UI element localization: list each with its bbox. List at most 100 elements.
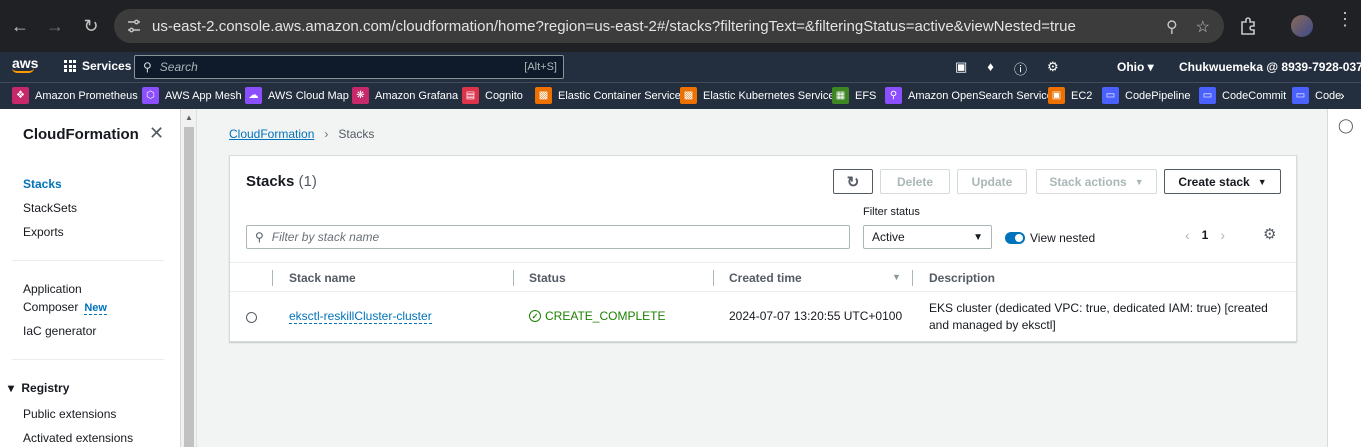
services-menu[interactable]: Services: [64, 59, 131, 73]
aws-search-box[interactable]: ⚲ [Alt+S]: [134, 55, 564, 79]
column-header-created-time[interactable]: Created time: [729, 271, 802, 285]
zoom-icon[interactable]: ⚲: [1166, 17, 1178, 37]
extensions-icon[interactable]: [1238, 16, 1258, 36]
create-stack-button[interactable]: Create stack ▼: [1164, 169, 1281, 194]
sidebar-item-exports[interactable]: Exports: [23, 225, 64, 239]
search-icon: ⚲: [143, 60, 152, 74]
favorite-cloud-map[interactable]: ☁ AWS Cloud Map: [245, 87, 349, 104]
scrollbar-thumb[interactable]: [184, 127, 194, 447]
favorite-label: AWS Cloud Map: [268, 89, 349, 102]
refresh-button[interactable]: ↻: [833, 169, 873, 194]
codepipeline-icon: ▭: [1102, 87, 1119, 104]
sidebar-item-stacks[interactable]: Stacks: [23, 177, 62, 191]
favorite-label: Amazon OpenSearch Service: [908, 89, 1053, 102]
page-number[interactable]: 1: [1202, 228, 1209, 242]
favorite-code[interactable]: ▭ Code: [1292, 87, 1341, 104]
filter-status-select[interactable]: Active ▼: [863, 225, 992, 249]
cloudshell-icon[interactable]: ▣: [955, 59, 967, 78]
settings-gear-icon[interactable]: ⚙: [1047, 59, 1059, 78]
help-icon[interactable]: ⓘ: [1014, 59, 1027, 78]
close-icon[interactable]: ✕: [149, 123, 164, 144]
preferences-gear-icon[interactable]: ⚙: [1263, 225, 1276, 243]
filter-status-value: Active: [872, 230, 905, 244]
ecs-icon: ▩: [535, 87, 552, 104]
scroll-up-arrow-icon[interactable]: ▲: [185, 113, 193, 122]
view-nested-toggle[interactable]: [1005, 232, 1025, 244]
stack-actions-button[interactable]: Stack actions ▼: [1036, 169, 1157, 194]
breadcrumb-cloudformation-link[interactable]: CloudFormation: [229, 127, 314, 141]
back-arrow-icon[interactable]: ←: [8, 14, 32, 38]
notifications-bell-icon[interactable]: ♦: [987, 59, 994, 78]
profile-avatar[interactable]: [1291, 15, 1313, 37]
account-label: Chukwuemeka @ 8939-7928-0373: [1179, 60, 1361, 74]
sidebar-item-iac-generator[interactable]: IaC generator: [23, 324, 96, 338]
favorite-codecommit[interactable]: ▭ CodeCommit: [1199, 87, 1286, 104]
column-divider[interactable]: [513, 270, 514, 286]
eks-icon: ▩: [680, 87, 697, 104]
side-nav-title: CloudFormation: [23, 126, 139, 143]
code-icon: ▭: [1292, 87, 1309, 104]
stack-name[interactable]: eksctl-reskillCluster-cluster: [289, 309, 432, 324]
stack-filter-input[interactable]: [271, 230, 832, 244]
favorite-prometheus[interactable]: ❖ Amazon Prometheus: [12, 87, 138, 104]
account-menu[interactable]: Chukwuemeka @ 8939-7928-0373 ▾: [1179, 60, 1361, 74]
region-selector[interactable]: Ohio ▾: [1117, 60, 1154, 74]
favorite-efs[interactable]: ▦ EFS: [832, 87, 876, 104]
delete-button[interactable]: Delete: [880, 169, 950, 194]
bookmark-star-icon[interactable]: ☆: [1196, 17, 1210, 37]
stack-filter-box[interactable]: ⚲: [246, 225, 850, 249]
new-badge: New: [84, 302, 107, 315]
next-page-icon[interactable]: ›: [1220, 227, 1225, 243]
favorite-label: CodePipeline: [1125, 89, 1191, 102]
column-divider[interactable]: [912, 270, 913, 286]
info-panel-icon[interactable]: ◯: [1338, 117, 1354, 134]
row-select-radio[interactable]: [246, 312, 257, 323]
column-divider[interactable]: [713, 270, 714, 286]
address-bar[interactable]: us-east-2.console.aws.amazon.com/cloudfo…: [114, 9, 1224, 43]
previous-page-icon[interactable]: ‹: [1185, 227, 1190, 243]
sidebar-item-application-composer-line1[interactable]: Application: [23, 282, 82, 296]
favorite-grafana[interactable]: ❋ Amazon Grafana: [352, 87, 458, 104]
favorite-opensearch[interactable]: ⚲ Amazon OpenSearch Service: [885, 87, 1053, 104]
aws-search-input[interactable]: [159, 60, 500, 74]
reload-icon[interactable]: ↻: [79, 14, 103, 38]
column-header-description[interactable]: Description: [929, 271, 995, 285]
forward-arrow-icon[interactable]: →: [43, 14, 67, 38]
update-button[interactable]: Update: [957, 169, 1027, 194]
url-text[interactable]: us-east-2.console.aws.amazon.com/cloudfo…: [152, 18, 1076, 35]
favorite-codepipeline[interactable]: ▭ CodePipeline: [1102, 87, 1190, 104]
check-circle-icon: ✓: [529, 310, 541, 322]
site-settings-icon[interactable]: [126, 18, 142, 34]
sidebar-item-application-composer[interactable]: Composer New: [23, 300, 107, 315]
favorite-label: AWS App Mesh: [165, 89, 242, 102]
caret-down-icon: ▼: [1257, 176, 1267, 187]
sidebar-item-label: Composer: [23, 300, 79, 314]
favorite-label: Amazon Grafana: [375, 89, 459, 102]
side-nav-scrollbar[interactable]: ▲: [181, 109, 197, 447]
sidebar-item-public-extensions[interactable]: Public extensions: [23, 407, 116, 421]
favorite-ecs[interactable]: ▩ Elastic Container Service: [535, 87, 681, 104]
favorite-ec2[interactable]: ▣ EC2: [1048, 87, 1092, 104]
aws-logo[interactable]: aws: [12, 56, 38, 73]
favorite-cognito[interactable]: ▤ Cognito: [462, 87, 523, 104]
sidebar-item-stacksets[interactable]: StackSets: [23, 201, 77, 215]
column-header-stack-name[interactable]: Stack name: [289, 271, 356, 285]
app-mesh-icon: ⬡: [142, 87, 159, 104]
aws-top-nav: aws Services ⚲ [Alt+S] ▣ ♦ ⓘ ⚙ Ohio ▾ Ch…: [0, 52, 1361, 82]
search-icon: ⚲: [255, 230, 264, 244]
sidebar-item-activated-extensions[interactable]: Activated extensions: [23, 431, 133, 445]
status-cell: ✓ CREATE_COMPLETE: [529, 309, 665, 323]
breadcrumb-current: Stacks: [338, 127, 375, 141]
favorite-eks[interactable]: ▩ Elastic Kubernetes Service: [680, 87, 834, 104]
chevron-right-icon[interactable]: ›: [1340, 87, 1345, 103]
caret-down-icon: ▾: [8, 381, 15, 395]
toggle-knob: [1015, 234, 1023, 242]
column-header-status[interactable]: Status: [529, 271, 566, 285]
registry-section-toggle[interactable]: ▾ Registry: [8, 381, 69, 395]
browser-menu-icon[interactable]: ⋮: [1336, 10, 1354, 28]
sort-descending-icon[interactable]: ▼: [892, 272, 901, 282]
favorite-app-mesh[interactable]: ⬡ AWS App Mesh: [142, 87, 242, 104]
tools-panel-strip: ◯: [1327, 109, 1361, 447]
table-header: Stack name Status Created time ▼ Descrip…: [230, 262, 1296, 292]
stack-name-link[interactable]: eksctl-reskillCluster-cluster: [289, 309, 432, 324]
